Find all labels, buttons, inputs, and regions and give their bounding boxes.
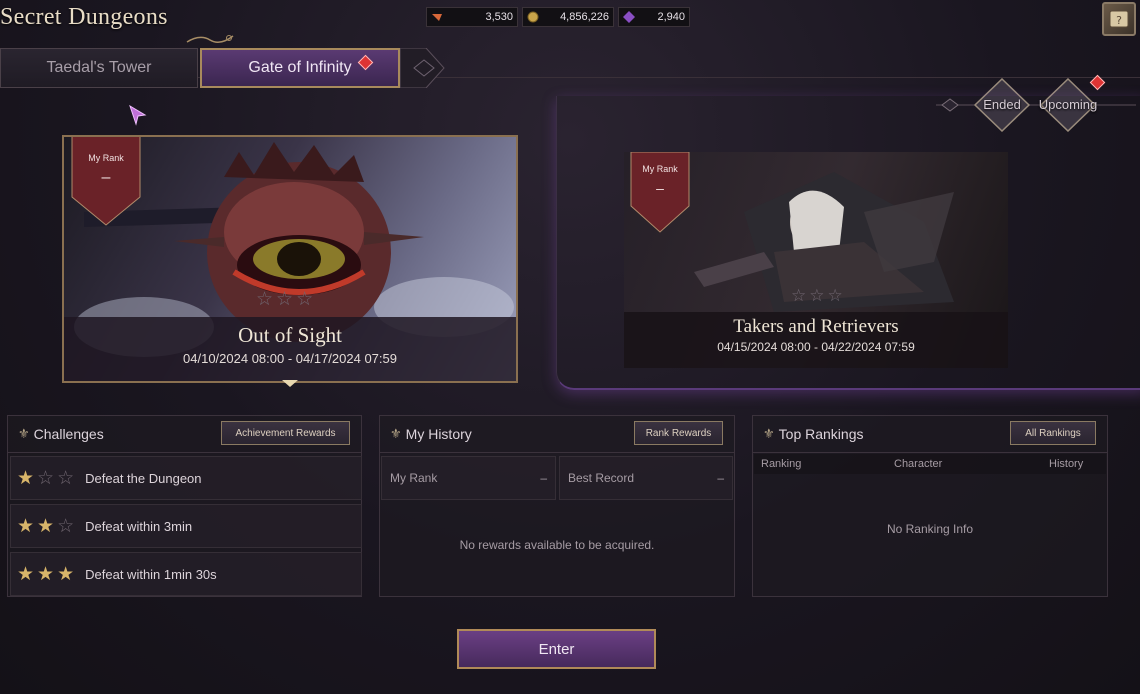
book-icon: ?: [1109, 10, 1129, 28]
page-title: Secret Dungeons: [0, 4, 168, 30]
star-icon: ☆: [827, 286, 843, 305]
currency-value: 4,856,226: [560, 11, 609, 23]
fleur-icon: ⚜: [763, 426, 775, 441]
star-icon: ☆: [37, 467, 55, 489]
my-rank-cell: My Rank –: [381, 456, 556, 500]
gold-coin-icon: [527, 11, 539, 23]
selected-indicator-icon: [282, 380, 298, 387]
top-rankings-panel: ⚜ Top Rankings All Rankings Ranking Char…: [752, 415, 1108, 597]
dungeon-name: Takers and Retrievers: [733, 316, 899, 337]
my-rank-label: My Rank –: [68, 153, 144, 187]
currency-bar: 3,530 4,856,226 2,940: [426, 7, 690, 27]
challenge-row: ★ ★ ☆ Defeat within 3min: [10, 504, 362, 548]
title-flourish-ornament: [186, 35, 234, 43]
currency-gold: 4,856,226: [522, 7, 614, 27]
rank-rewards-button[interactable]: Rank Rewards: [634, 421, 723, 445]
all-rankings-button[interactable]: All Rankings: [1010, 421, 1096, 445]
rankings-title: Top Rankings: [778, 426, 864, 442]
my-rank-label: My Rank –: [628, 164, 692, 196]
tab-label: Gate of Infinity: [248, 59, 352, 76]
currency-ticket: 3,530: [426, 7, 518, 27]
rankings-empty-message: No Ranking Info: [886, 522, 974, 536]
fleur-icon: ⚜: [390, 426, 402, 441]
currency-value: 2,940: [657, 11, 685, 23]
challenges-title: Challenges: [33, 426, 104, 442]
star-icon: ★: [37, 563, 55, 585]
achievement-rewards-button[interactable]: Achievement Rewards: [221, 421, 350, 445]
ticket-icon: [431, 11, 443, 23]
star-icon: ☆: [57, 515, 75, 537]
star-icon: ★: [17, 515, 35, 537]
column-ranking: Ranking: [761, 458, 802, 470]
dungeon-date: 04/15/2024 08:00 - 04/22/2024 07:59: [717, 340, 915, 354]
star-icon: ★: [57, 563, 75, 585]
challenge-label: Defeat within 1min 30s: [85, 566, 217, 582]
enter-button[interactable]: Enter: [457, 629, 656, 669]
dungeon-card-takers-and-retrievers[interactable]: My Rank – ☆ ☆ ☆ Takers and Retrievers 04/1…: [624, 152, 1008, 368]
currency-crystal: 2,940: [618, 7, 690, 27]
crystal-icon: [623, 11, 635, 23]
cursor-icon: [129, 104, 147, 126]
guide-book-button[interactable]: ?: [1102, 2, 1136, 36]
history-empty-message: No rewards available to be acquired.: [459, 538, 655, 552]
dungeon-date: 04/10/2024 08:00 - 04/17/2024 07:59: [183, 351, 397, 366]
star-icon: ☆: [296, 289, 314, 310]
history-title: My History: [405, 426, 472, 442]
best-record-label: Best Record: [568, 471, 635, 485]
star-icon: ★: [17, 563, 35, 585]
challenge-label: Defeat the Dungeon: [85, 470, 202, 486]
best-record-cell: Best Record –: [559, 456, 733, 500]
challenges-panel: ⚜ Challenges Achievement Rewards ★ ☆ ☆ Def…: [7, 415, 362, 597]
star-icon: ☆: [256, 289, 274, 310]
card-footer: Takers and Retrievers 04/15/2024 08:00 -…: [624, 312, 1008, 368]
column-character: Character: [894, 458, 943, 470]
challenge-label: Defeat within 3min: [85, 518, 193, 534]
svg-text:?: ?: [1116, 14, 1122, 27]
my-rank-label: My Rank: [390, 471, 438, 485]
challenge-row: ★ ★ ★ Defeat within 1min 30s: [10, 552, 362, 596]
star-rating: ☆ ☆ ☆: [256, 290, 316, 310]
my-history-panel: ⚜ My History Rank Rewards My Rank – Best…: [379, 415, 735, 597]
dungeon-name: Out of Sight: [238, 323, 342, 347]
star-icon: ☆: [276, 289, 294, 310]
fleur-icon: ⚜: [18, 426, 30, 441]
card-footer: Out of Sight 04/10/2024 08:00 - 04/17/20…: [64, 317, 516, 381]
challenge-row: ★ ☆ ☆ Defeat the Dungeon: [10, 456, 362, 500]
star-icon: ☆: [791, 286, 807, 305]
column-history: History: [1049, 458, 1084, 470]
star-icon: ☆: [57, 467, 75, 489]
dungeon-card-out-of-sight[interactable]: My Rank – ☆ ☆ ☆ Out of Sight 04/10/2024 08…: [62, 135, 518, 383]
tab-gate-of-infinity[interactable]: Gate of Infinity: [200, 48, 400, 88]
star-icon: ★: [17, 467, 35, 489]
notification-badge: [357, 54, 374, 71]
star-rating: ☆ ☆ ☆: [791, 287, 846, 306]
tab-taedals-tower[interactable]: Taedal's Tower: [0, 48, 198, 88]
my-rank-value: –: [540, 471, 547, 485]
currency-value: 3,530: [485, 11, 513, 23]
my-rank-value: –: [656, 180, 664, 196]
star-icon: ☆: [809, 286, 825, 305]
rankings-table-header: Ranking Character History: [754, 454, 1106, 474]
star-icon: ★: [37, 515, 55, 537]
tab-arrow-ornament: [400, 48, 445, 88]
best-record-value: –: [717, 471, 724, 485]
my-rank-value: –: [101, 169, 111, 186]
